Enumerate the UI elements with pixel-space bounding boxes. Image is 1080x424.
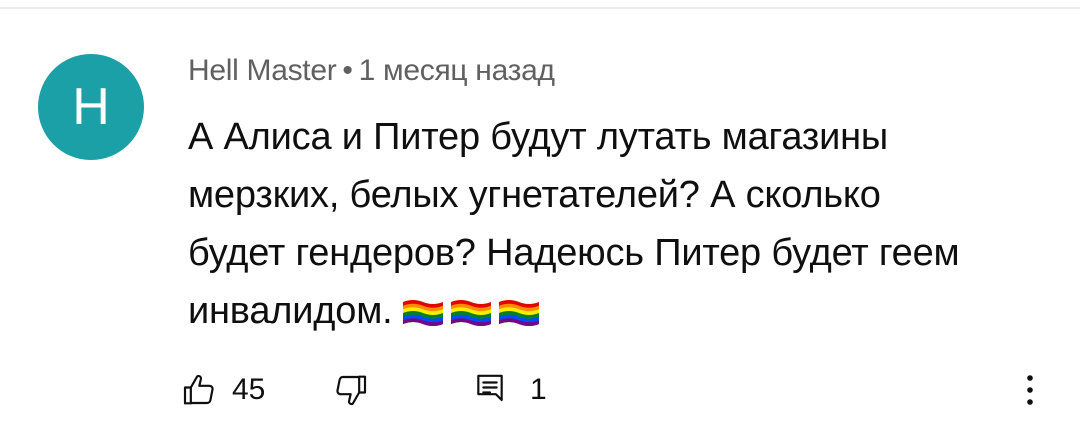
- thumb-down-icon: [336, 375, 367, 406]
- thumb-up-icon: [183, 374, 214, 405]
- comment-text: А Алиса и Питер будут лутать магазины ме…: [188, 108, 1048, 340]
- reply-button[interactable]: 1: [470, 368, 547, 412]
- reply-count: 1: [530, 373, 547, 406]
- rainbow-flag-icon: [450, 299, 491, 326]
- emoji-group: [401, 298, 541, 328]
- comment-actions: 45 1: [180, 368, 1060, 412]
- like-count: 45: [232, 373, 266, 406]
- dislike-button[interactable]: [330, 368, 370, 412]
- rainbow-flag-icon: [402, 299, 443, 326]
- comment-text-line: инвалидом.: [188, 290, 393, 332]
- meta-separator: •: [342, 54, 353, 87]
- comment-text-line: мерзких, белых угнетателей? А сколько: [188, 174, 881, 216]
- avatar[interactable]: H: [38, 54, 144, 160]
- like-button[interactable]: 45: [180, 368, 265, 412]
- comment-meta: Hell Master • 1 месяц назад: [188, 54, 555, 88]
- comment-text-line: будет гендеров? Надеюсь Питер будет геем: [188, 232, 960, 274]
- more-vertical-icon: [1027, 375, 1033, 405]
- author-name[interactable]: Hell Master: [188, 54, 337, 87]
- avatar-letter: H: [72, 78, 110, 136]
- reply-comment-icon: [477, 374, 503, 402]
- comment-text-line-last: инвалидом.: [188, 282, 1048, 340]
- comment-item: H Hell Master • 1 месяц назад А Алиса и Пи…: [0, 0, 1080, 424]
- comment-text-line: А Алиса и Питер будут лутать магазины: [188, 116, 889, 158]
- more-actions-button[interactable]: [1024, 368, 1036, 412]
- rainbow-flag-icon: [498, 299, 539, 326]
- comment-timestamp[interactable]: 1 месяц назад: [359, 54, 555, 87]
